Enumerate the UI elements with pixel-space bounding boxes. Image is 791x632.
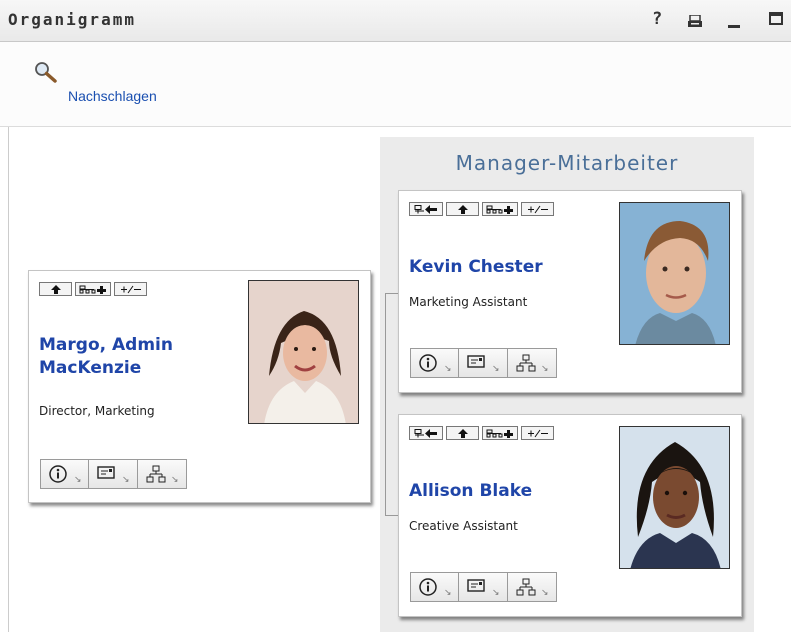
org-expand-icon[interactable] <box>482 426 518 440</box>
info-button[interactable]: ↘ <box>40 459 89 489</box>
person-name-line2[interactable]: MacKenzie <box>39 357 239 380</box>
report-card: Allison Blake Creative Assistant ↘ ↘ ↘ <box>398 414 742 617</box>
person-photo <box>248 280 359 424</box>
action-buttons: ↘ ↘ ↘ <box>410 348 557 378</box>
person-name[interactable]: Margo, Admin MacKenzie <box>39 334 239 380</box>
person-name[interactable]: Allison Blake <box>409 480 609 503</box>
info-button[interactable]: ↘ <box>410 572 459 602</box>
email-icon <box>467 354 485 374</box>
org-chart-icon <box>146 465 166 487</box>
minimize-icon[interactable] <box>728 25 740 28</box>
email-button[interactable]: ↘ <box>459 572 508 602</box>
action-buttons: ↘ ↘ ↘ <box>410 572 557 602</box>
person-photo <box>619 426 730 569</box>
action-buttons: ↘ ↘ ↘ <box>40 459 187 489</box>
maximize-icon[interactable] <box>769 12 783 25</box>
chevron-down-right-icon: ↘ <box>122 475 130 485</box>
connector-line <box>385 515 398 516</box>
person-title: Marketing Assistant <box>409 295 528 309</box>
org-chart-button[interactable]: ↘ <box>138 459 187 489</box>
chevron-down-right-icon: ↘ <box>541 588 549 598</box>
org-chart-button[interactable]: ↘ <box>508 572 557 602</box>
show-manager-icon[interactable] <box>409 426 443 440</box>
chevron-down-right-icon: ↘ <box>444 364 452 374</box>
person-name-line1[interactable]: Margo, Admin <box>39 334 239 357</box>
email-button[interactable]: ↘ <box>89 459 138 489</box>
chevron-down-right-icon: ↘ <box>492 588 500 598</box>
org-chart-icon <box>516 354 536 376</box>
magnifier-icon[interactable] <box>34 61 58 85</box>
email-icon <box>97 465 115 485</box>
toggle-plus-minus-icon[interactable] <box>114 282 147 296</box>
person-title: Creative Assistant <box>409 519 518 533</box>
org-expand-icon[interactable] <box>75 282 111 296</box>
org-chart-icon <box>516 578 536 600</box>
print-icon[interactable] <box>687 13 703 27</box>
help-icon[interactable]: ? <box>652 9 662 29</box>
portlet-header: Organigramm ? <box>0 0 791 42</box>
email-button[interactable]: ↘ <box>459 348 508 378</box>
manager-card: Margo, Admin MacKenzie Director, Marketi… <box>28 270 371 503</box>
chevron-down-right-icon: ↘ <box>444 588 452 598</box>
chevron-down-right-icon: ↘ <box>492 364 500 374</box>
org-expand-icon[interactable] <box>482 202 518 216</box>
info-icon <box>419 354 437 376</box>
info-icon <box>49 465 67 487</box>
toggle-plus-minus-icon[interactable] <box>521 426 554 440</box>
report-card: Kevin Chester Marketing Assistant ↘ ↘ ↘ <box>398 190 742 393</box>
up-arrow-icon[interactable] <box>446 202 479 216</box>
show-manager-icon[interactable] <box>409 202 443 216</box>
card-toolbar <box>409 426 554 440</box>
card-toolbar <box>409 202 554 216</box>
person-photo <box>619 202 730 345</box>
info-button[interactable]: ↘ <box>410 348 459 378</box>
email-icon <box>467 578 485 598</box>
connector-line <box>385 293 386 515</box>
chevron-down-right-icon: ↘ <box>74 475 82 485</box>
up-arrow-icon[interactable] <box>446 426 479 440</box>
org-chart-button[interactable]: ↘ <box>508 348 557 378</box>
person-name[interactable]: Kevin Chester <box>409 256 609 279</box>
chevron-down-right-icon: ↘ <box>541 364 549 374</box>
info-icon <box>419 578 437 600</box>
toggle-plus-minus-icon[interactable] <box>521 202 554 216</box>
lookup-toolbar: Nachschlagen <box>0 42 791 127</box>
up-arrow-icon[interactable] <box>39 282 72 296</box>
group-title: Manager-Mitarbeiter <box>455 151 679 175</box>
left-border <box>8 127 9 632</box>
person-title: Director, Marketing <box>39 404 155 418</box>
card-toolbar <box>39 282 147 296</box>
connector-line <box>385 293 398 294</box>
chevron-down-right-icon: ↘ <box>171 475 179 485</box>
portlet-title: Organigramm <box>8 10 136 29</box>
lookup-link[interactable]: Nachschlagen <box>68 88 157 104</box>
